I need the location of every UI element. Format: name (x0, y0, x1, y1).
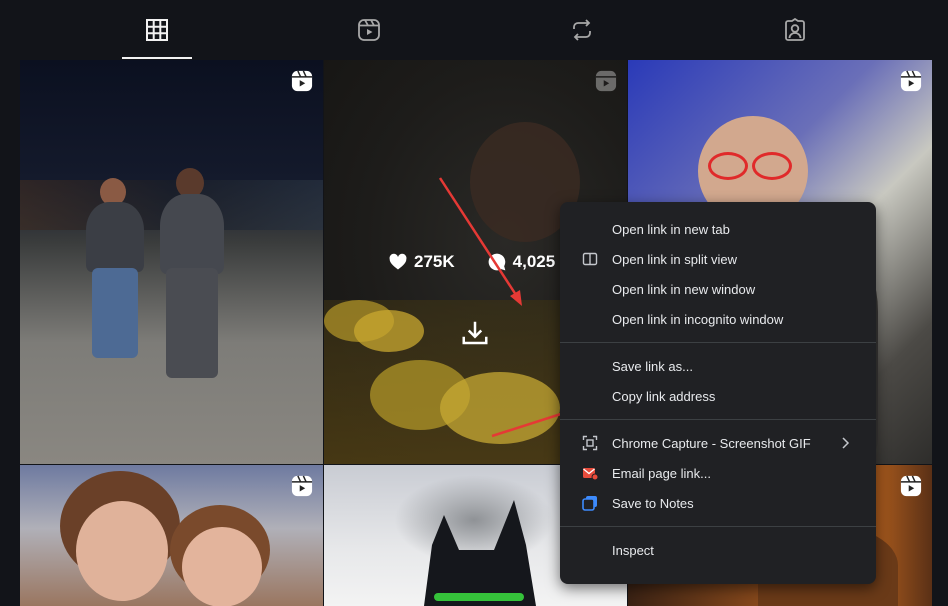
likes-count: 275K (414, 252, 455, 271)
reel-badge-icon (900, 70, 922, 92)
reel-badge-icon (291, 475, 313, 497)
menu-chrome-capture[interactable]: Chrome Capture - Screenshot GIF (560, 428, 876, 458)
email-icon (583, 468, 598, 481)
menu-inspect[interactable]: Inspect (560, 535, 876, 565)
dog-silhouette (424, 500, 536, 606)
comment-icon (488, 253, 505, 271)
menu-item-label: Inspect (612, 542, 654, 558)
reel-badge-icon (900, 475, 922, 497)
split-view-icon (582, 252, 598, 266)
menu-open-new-window[interactable]: Open link in new window (560, 274, 876, 304)
capture-icon (582, 435, 598, 451)
tab-reposts[interactable] (547, 0, 617, 60)
grid-icon (146, 19, 168, 41)
post-tile-1[interactable] (20, 60, 323, 464)
menu-email-page-link[interactable]: Email page link... (560, 458, 876, 488)
menu-item-label: Chrome Capture - Screenshot GIF (612, 435, 811, 451)
menu-item-label: Open link in new window (612, 281, 756, 297)
context-menu: Open link in new tab Open link in split … (560, 202, 876, 584)
menu-item-label: Open link in split view (612, 251, 737, 267)
tab-tagged[interactable] (760, 0, 830, 60)
menu-item-label: Open link in new tab (612, 221, 730, 237)
post-tile-4[interactable] (20, 465, 323, 606)
tagged-icon (785, 18, 805, 41)
menu-item-label: Save link as... (612, 358, 693, 374)
menu-open-incognito[interactable]: Open link in incognito window (560, 304, 876, 334)
menu-save-to-notes[interactable]: Save to Notes (560, 488, 876, 518)
menu-separator (560, 419, 876, 420)
profile-tabs (20, 0, 932, 60)
menu-open-split-view[interactable]: Open link in split view (560, 244, 876, 274)
comments-count: 4,025 (512, 252, 556, 271)
menu-save-link-as[interactable]: Save link as... (560, 351, 876, 381)
menu-item-label: Save to Notes (612, 495, 694, 511)
tab-reels[interactable] (334, 0, 404, 60)
menu-item-label: Open link in incognito window (612, 311, 784, 327)
menu-separator (560, 526, 876, 527)
post-hover-stats: 275K 4,025 (388, 252, 555, 272)
comments-stat: 4,025 (487, 252, 556, 272)
menu-item-label: Email page link... (612, 465, 711, 481)
menu-open-new-tab[interactable]: Open link in new tab (560, 214, 876, 244)
menu-separator (560, 342, 876, 343)
menu-copy-link-address[interactable]: Copy link address (560, 381, 876, 411)
heart-icon (389, 253, 407, 270)
tab-posts[interactable] (122, 0, 192, 60)
reel-badge-icon (291, 70, 313, 92)
reels-icon (358, 19, 380, 41)
download-icon[interactable] (460, 318, 490, 348)
likes-stat: 275K (388, 252, 455, 272)
repost-icon (573, 19, 591, 41)
chevron-right-icon (842, 437, 850, 449)
notes-icon (582, 496, 597, 511)
profile-page: 275K 4,025 Open link in new tab Open lin… (0, 0, 948, 606)
menu-item-label: Copy link address (612, 388, 716, 404)
reel-badge-icon (595, 70, 617, 92)
